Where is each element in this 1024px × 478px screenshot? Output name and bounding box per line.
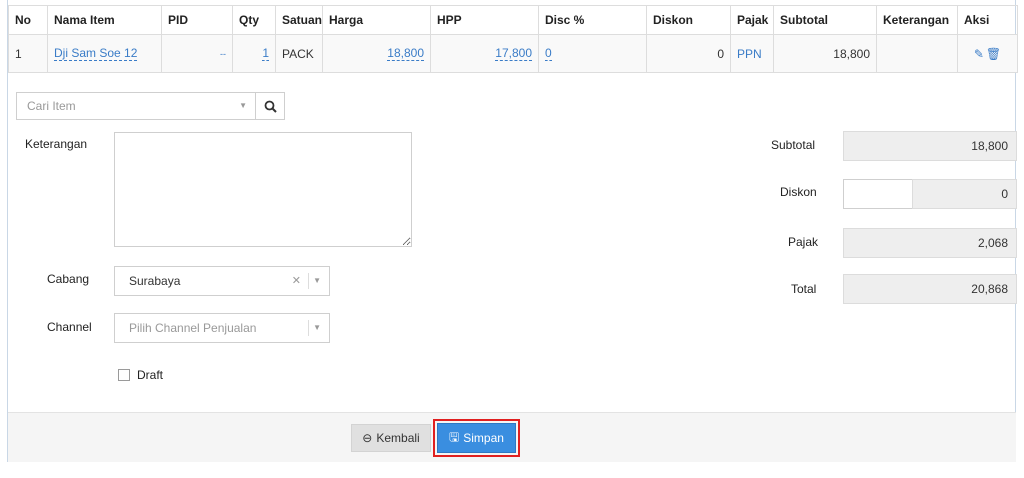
cell-pid: --	[161, 34, 233, 73]
table-header-row: No Nama Item PID Qty Satuan Harga HPP Di…	[8, 5, 1018, 35]
cell-pajak[interactable]: PPN	[730, 34, 774, 73]
diskon-value: 0	[912, 179, 1017, 209]
col-aksi: Aksi	[957, 5, 1018, 35]
chevron-down-icon: ▼	[313, 323, 321, 332]
cell-subtotal: 18,800	[773, 34, 877, 73]
pajak-value: 2,068	[843, 228, 1017, 258]
channel-label: Channel	[47, 320, 92, 334]
draft-checkbox[interactable]	[118, 369, 130, 381]
cell-no: 1	[8, 34, 48, 73]
channel-placeholder: Pilih Channel Penjualan	[129, 321, 257, 335]
col-pajak: Pajak	[730, 5, 774, 35]
clear-icon[interactable]: ✕	[292, 267, 301, 295]
col-diskon: Diskon	[646, 5, 731, 35]
kembali-label: Kembali	[376, 431, 420, 445]
keterangan-label: Keterangan	[25, 137, 88, 151]
cabang-value: Surabaya	[129, 274, 181, 288]
search-icon	[264, 100, 277, 113]
item-name-link[interactable]: Dji Sam Soe 12	[54, 46, 138, 61]
col-satuan: Satuan	[275, 5, 323, 35]
cell-keterangan	[876, 34, 958, 73]
items-table: No Nama Item PID Qty Satuan Harga HPP Di…	[8, 5, 1018, 73]
simpan-button[interactable]: 🖫 Simpan	[437, 423, 516, 453]
cell-qty: 1	[232, 34, 276, 73]
col-disc-percent: Disc %	[538, 5, 647, 35]
cell-hpp: 17,800	[430, 34, 539, 73]
col-pid: PID	[161, 5, 233, 35]
draft-label: Draft	[137, 368, 164, 382]
total-label: Total	[791, 282, 817, 296]
cell-satuan: PACK	[275, 34, 323, 73]
harga-editable[interactable]: 18,800	[387, 46, 424, 61]
diskon-label: Diskon	[780, 185, 817, 199]
cell-aksi: ✎ 🗑	[957, 34, 1018, 73]
simpan-label: Simpan	[463, 431, 504, 445]
select-divider	[308, 320, 309, 336]
search-button[interactable]	[255, 92, 285, 120]
col-hpp: HPP	[430, 5, 539, 35]
trash-icon[interactable]: 🗑	[986, 47, 1001, 61]
diskon-input[interactable]	[843, 179, 913, 209]
save-icon: 🖫	[449, 429, 460, 444]
cell-disc-percent: 0	[538, 34, 647, 73]
chevron-down-icon: ▼	[239, 101, 247, 110]
pencil-icon[interactable]: ✎	[974, 47, 984, 61]
search-item-select[interactable]: Cari Item ▼	[16, 92, 256, 120]
cell-harga: 18,800	[322, 34, 431, 73]
keterangan-textarea[interactable]	[114, 132, 412, 247]
search-placeholder: Cari Item	[27, 99, 76, 113]
col-subtotal: Subtotal	[773, 5, 877, 35]
pajak-label: Pajak	[788, 235, 819, 249]
table-row: 1 Dji Sam Soe 12 -- 1 PACK 18,800 17,800…	[8, 34, 1018, 73]
pid-editable[interactable]: --	[220, 47, 226, 61]
cabang-label: Cabang	[47, 272, 90, 286]
back-arrow-icon: ⊖	[362, 431, 373, 445]
select-divider	[308, 273, 309, 289]
col-no: No	[8, 5, 48, 35]
cell-nama-item: Dji Sam Soe 12	[47, 34, 162, 73]
subtotal-label: Subtotal	[771, 138, 816, 152]
chevron-down-icon: ▼	[313, 276, 321, 285]
channel-select[interactable]: Pilih Channel Penjualan ▼	[114, 313, 330, 343]
col-keterangan: Keterangan	[876, 5, 958, 35]
cell-diskon: 0	[646, 34, 731, 73]
col-nama-item: Nama Item	[47, 5, 162, 35]
disc-editable[interactable]: 0	[545, 46, 552, 61]
qty-editable[interactable]: 1	[262, 46, 269, 61]
col-qty: Qty	[232, 5, 276, 35]
cabang-select[interactable]: Surabaya ✕ ▼	[114, 266, 330, 296]
hpp-editable[interactable]: 17,800	[495, 46, 532, 61]
total-value: 20,868	[843, 274, 1017, 304]
kembali-button[interactable]: ⊖ Kembali	[351, 424, 431, 452]
subtotal-value: 18,800	[843, 131, 1017, 161]
col-harga: Harga	[322, 5, 431, 35]
